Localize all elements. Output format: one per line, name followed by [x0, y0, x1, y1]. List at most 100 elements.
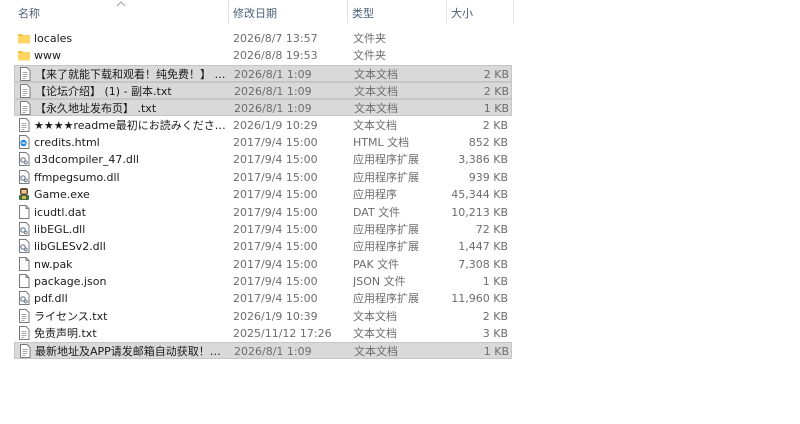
- file-type: 文本文档: [353, 309, 397, 323]
- file-type: 应用程序扩展: [353, 292, 419, 306]
- file-modified-date: 2026/8/8 19:53: [233, 49, 318, 63]
- file-type: PAK 文件: [353, 257, 400, 271]
- file-size: 1 KB: [483, 102, 509, 116]
- html-file-icon: [17, 134, 31, 151]
- file-row[interactable]: d3dcompiler_47.dll 2017/9/4 15:00 应用程序扩展 3,…: [14, 151, 512, 168]
- file-name: 【来了就能下载和观看！纯免费！】 - 副...: [35, 67, 229, 81]
- file-name: ライセンス.txt: [34, 309, 108, 323]
- file-row[interactable]: ★★★★readme最初にお読みください！... 2026/1/9 10:29 文本…: [14, 117, 512, 134]
- text-file-icon: [17, 325, 31, 342]
- file-size: 72 KB: [475, 222, 508, 236]
- file-name: ffmpegsumo.dll: [34, 170, 120, 184]
- file-name: libEGL.dll: [34, 222, 86, 236]
- file-size: 45,344 KB: [451, 188, 508, 202]
- file-size: 2 KB: [482, 118, 508, 132]
- file-type: 文本文档: [354, 345, 398, 359]
- file-type: 文件夹: [353, 32, 386, 45]
- file-modified-date: 2017/9/4 15:00: [233, 274, 318, 288]
- file-modified-date: 2017/9/4 15:00: [233, 240, 318, 254]
- file-name: package.json: [34, 274, 107, 288]
- file-name: icudtl.dat: [34, 205, 86, 219]
- file-modified-date: 2017/9/4 15:00: [233, 205, 318, 219]
- file-size: 3 KB: [482, 326, 508, 340]
- file-size: 3,386 KB: [458, 153, 508, 167]
- file-modified-date: 2026/8/1 1:09: [234, 345, 312, 359]
- file-name: d3dcompiler_47.dll: [34, 153, 139, 167]
- file-row[interactable]: package.json 2017/9/4 15:00 JSON 文件 1 KB: [14, 273, 512, 290]
- column-header-bar: 名称 修改日期 类型 大小: [0, 0, 800, 24]
- file-modified-date: 2017/9/4 15:00: [233, 222, 318, 236]
- dll-file-icon: [17, 221, 31, 238]
- file-modified-date: 2026/8/1 1:09: [234, 102, 312, 116]
- file-row[interactable]: libEGL.dll 2017/9/4 15:00 应用程序扩展 72 KB: [14, 221, 512, 238]
- file-modified-date: 2017/9/4 15:00: [233, 153, 318, 167]
- file-modified-date: 2017/9/4 15:00: [233, 292, 318, 306]
- file-row[interactable]: 最新地址及APP请发邮箱自动获取！！！... 2026/8/1 1:09 文本文档 1…: [14, 342, 512, 360]
- dll-file-icon: [17, 151, 31, 168]
- dll-file-icon: [17, 169, 31, 186]
- file-size: 11,960 KB: [451, 292, 508, 306]
- text-file-icon: [18, 100, 32, 117]
- file-row[interactable]: nw.pak 2017/9/4 15:00 PAK 文件 7,308 KB: [14, 256, 512, 273]
- file-name: 【论坛介绍】 (1) - 副本.txt: [35, 85, 172, 99]
- file-type: 应用程序扩展: [353, 170, 419, 184]
- folder-icon: [17, 47, 31, 64]
- file-type: 文本文档: [354, 67, 398, 81]
- file-size: 10,213 KB: [451, 205, 508, 219]
- file-type: 应用程序扩展: [353, 222, 419, 236]
- file-row[interactable]: locales 2026/8/7 13:57 文件夹: [14, 30, 512, 47]
- file-name: ★★★★readme最初にお読みください！...: [34, 118, 228, 132]
- file-modified-date: 2017/9/4 15:00: [233, 188, 318, 202]
- column-header-type[interactable]: 类型: [348, 0, 446, 24]
- file-name: 最新地址及APP请发邮箱自动获取！！！...: [35, 345, 229, 359]
- file-size: [450, 47, 508, 64]
- file-size: 2 KB: [483, 85, 509, 99]
- file-row[interactable]: pdf.dll 2017/9/4 15:00 应用程序扩展 11,960 KB: [14, 290, 512, 307]
- file-type: 文本文档: [353, 118, 397, 132]
- blank-file-icon: [17, 204, 31, 221]
- sort-ascending-icon: [116, 1, 126, 7]
- file-row[interactable]: credits.html 2017/9/4 15:00 HTML 文档 852 KB: [14, 134, 512, 151]
- dll-file-icon: [17, 290, 31, 307]
- file-type: DAT 文件: [353, 205, 401, 219]
- file-type: JSON 文件: [353, 274, 406, 288]
- file-row[interactable]: ffmpegsumo.dll 2017/9/4 15:00 应用程序扩展 939 KB: [14, 169, 512, 186]
- file-modified-date: 2026/1/9 10:39: [233, 309, 318, 323]
- file-modified-date: 2026/1/9 10:29: [233, 118, 318, 132]
- file-size: 2 KB: [483, 67, 509, 81]
- file-type: 文本文档: [354, 102, 398, 116]
- file-name: 免责声明.txt: [34, 326, 97, 340]
- file-row[interactable]: www 2026/8/8 19:53 文件夹: [14, 47, 512, 64]
- file-row[interactable]: icudtl.dat 2017/9/4 15:00 DAT 文件 10,213 KB: [14, 204, 512, 221]
- file-type: HTML 文档: [353, 136, 410, 150]
- file-row[interactable]: 【永久地址发布页】 .txt 2026/8/1 1:09 文本文档 1 KB: [14, 99, 512, 117]
- file-size: 1,447 KB: [458, 240, 508, 254]
- file-size: 1 KB: [482, 274, 508, 288]
- column-divider[interactable]: [513, 0, 514, 24]
- text-file-icon: [17, 308, 31, 325]
- file-size: 2 KB: [482, 309, 508, 323]
- folder-icon: [17, 30, 31, 47]
- file-size: 852 KB: [468, 136, 508, 150]
- column-header-date[interactable]: 修改日期: [229, 0, 347, 24]
- text-file-icon: [18, 343, 32, 360]
- column-header-size[interactable]: 大小: [447, 0, 513, 24]
- file-row[interactable]: 【来了就能下载和观看！纯免费！】 - 副... 2026/8/1 1:09 文本文档…: [14, 64, 512, 83]
- file-name: www: [34, 49, 61, 63]
- file-size: 939 KB: [468, 170, 508, 184]
- file-size: 1 KB: [483, 345, 509, 359]
- blank-file-icon: [17, 273, 31, 290]
- file-row[interactable]: 【论坛介绍】 (1) - 副本.txt 2026/8/1 1:09 文本文档 2 KB: [14, 82, 512, 100]
- file-modified-date: 2026/8/7 13:57: [233, 32, 318, 45]
- file-modified-date: 2025/11/12 17:26: [233, 326, 332, 340]
- file-type: 应用程序: [353, 188, 397, 202]
- file-modified-date: 2026/8/1 1:09: [234, 85, 312, 99]
- text-file-icon: [18, 66, 32, 83]
- file-row[interactable]: ライセンス.txt 2026/1/9 10:39 文本文档 2 KB: [14, 308, 512, 325]
- dll-file-icon: [17, 238, 31, 255]
- file-modified-date: 2026/8/1 1:09: [234, 67, 312, 81]
- file-row[interactable]: libGLESv2.dll 2017/9/4 15:00 应用程序扩展 1,447 K…: [14, 238, 512, 255]
- file-modified-date: 2017/9/4 15:00: [233, 170, 318, 184]
- file-row[interactable]: 免责声明.txt 2025/11/12 17:26 文本文档 3 KB: [14, 325, 512, 342]
- file-row[interactable]: Game.exe 2017/9/4 15:00 应用程序 45,344 KB: [14, 186, 512, 203]
